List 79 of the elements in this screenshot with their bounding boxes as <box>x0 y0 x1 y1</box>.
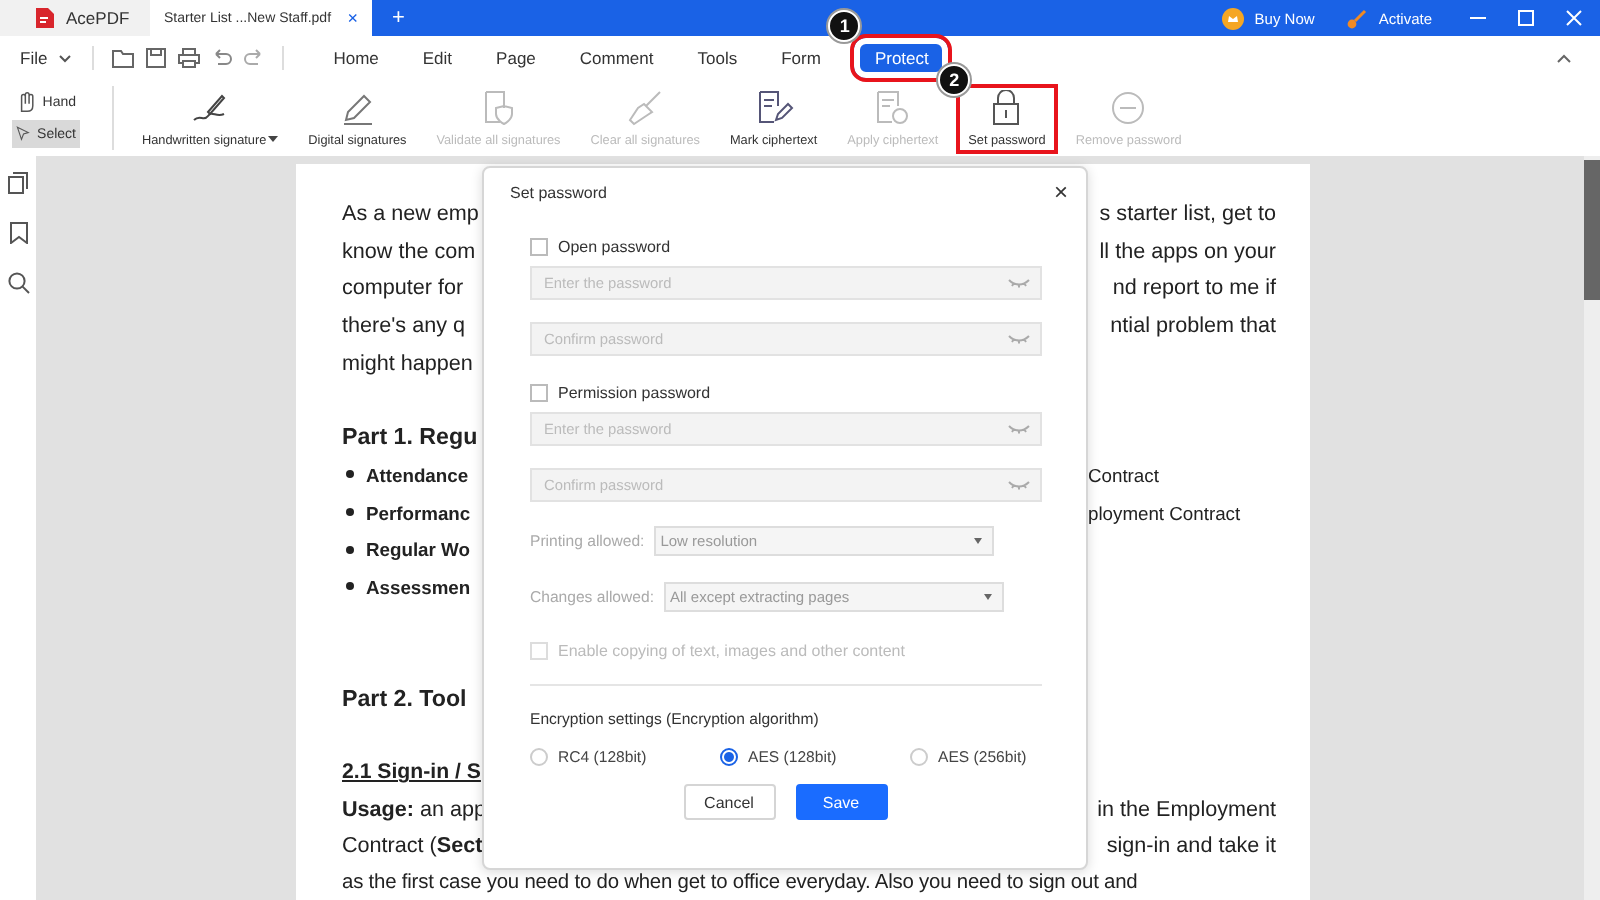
hidden-eye-icon[interactable] <box>1008 278 1030 288</box>
new-tab-button[interactable]: + <box>392 6 405 30</box>
caret-icon <box>983 594 992 600</box>
save-button[interactable]: Save <box>795 784 887 820</box>
document-text: computer for <box>342 276 464 301</box>
document-text: ployment Contract <box>1088 501 1243 524</box>
dialog-title: Set password <box>510 183 607 201</box>
heading-text: Part 2. Tool <box>342 685 467 712</box>
search-icon[interactable] <box>7 272 29 294</box>
step-badge: 2 <box>938 63 971 95</box>
menu-tab[interactable]: Protect <box>850 34 953 82</box>
document-text: ntial problem that <box>1110 314 1276 339</box>
caret-icon <box>268 136 279 144</box>
crown-icon <box>1222 7 1245 29</box>
checkbox-label: Open password <box>558 237 671 255</box>
heading-text: Part 1. Regu <box>342 424 478 451</box>
menu-tab[interactable]: Home <box>319 44 393 72</box>
menu-tab[interactable]: Form <box>767 44 835 72</box>
cursor-icon <box>16 122 32 146</box>
close-button[interactable]: × <box>1053 178 1068 206</box>
checkbox[interactable] <box>530 383 548 401</box>
menu-tab[interactable]: Comment <box>565 44 668 72</box>
scrollbar-thumb[interactable] <box>1584 160 1600 300</box>
undo-icon[interactable] <box>211 48 232 68</box>
app-name: AcePDF <box>66 8 130 28</box>
checkbox-label: Permission password <box>558 383 711 401</box>
document-text: Performanc <box>366 501 471 524</box>
bullet-icon <box>346 582 354 591</box>
document-text: s starter list, get to <box>1099 202 1276 227</box>
bullet-icon <box>346 470 354 479</box>
cancel-button[interactable]: Cancel <box>683 784 775 820</box>
caret-icon <box>974 538 983 544</box>
document-pen-icon <box>753 89 794 125</box>
menu-tab[interactable]: Edit <box>408 44 467 72</box>
document-check-icon <box>872 89 913 125</box>
collapse-icon[interactable] <box>1556 52 1572 64</box>
save-icon[interactable] <box>145 48 166 68</box>
document-text: nd report to me if <box>1112 276 1276 301</box>
heading-text: 2.1 Sign-in / S <box>342 760 481 785</box>
document-text: know the com <box>342 239 476 264</box>
document-text: As a new emp <box>342 202 479 227</box>
step-badge: 1 <box>828 10 861 42</box>
menu-tab[interactable]: Tools <box>683 44 752 72</box>
menu-tab[interactable]: Page <box>482 44 550 72</box>
key-icon <box>1346 7 1369 29</box>
signature-icon <box>190 89 231 125</box>
brush-icon <box>625 89 666 125</box>
document-text: there's any q <box>342 314 465 339</box>
checkbox[interactable] <box>530 237 548 255</box>
bookmark-icon[interactable] <box>9 222 27 244</box>
folder-icon[interactable] <box>111 48 134 68</box>
print-icon[interactable] <box>177 48 200 68</box>
document-text: sign-in and take it <box>1106 834 1276 859</box>
hidden-eye-icon[interactable] <box>1008 424 1030 434</box>
document-text: Contract <box>1088 463 1161 486</box>
bullet-icon <box>346 545 354 554</box>
tab-close-button[interactable]: × <box>347 8 358 28</box>
document-text: in the Employment <box>1097 797 1276 822</box>
bullet-icon <box>346 508 354 517</box>
document-text: Assessmen <box>366 575 471 598</box>
document-text: Contract (Sect <box>342 834 483 859</box>
maximize-icon[interactable] <box>1516 8 1536 28</box>
minus-circle-icon <box>1108 89 1149 125</box>
redo-icon[interactable] <box>243 48 264 68</box>
hidden-eye-icon[interactable] <box>1008 334 1030 344</box>
document-text: Attendance <box>366 463 469 486</box>
chevron-icon <box>57 53 72 63</box>
hand-icon <box>16 90 37 114</box>
hidden-eye-icon[interactable] <box>1008 480 1030 490</box>
document-text: as the first case you need to do when get to office everyday. Also you need to sign out and <box>342 872 1138 895</box>
pages-icon[interactable] <box>8 172 28 194</box>
checkbox-label: Enable copying of text, images and other content <box>558 641 905 659</box>
app-logo-icon <box>32 6 56 30</box>
document-text: ll the apps on your <box>1099 239 1276 264</box>
file-menu[interactable]: File <box>20 48 72 68</box>
radio-button[interactable] <box>720 748 738 766</box>
document-text: might happen <box>342 351 473 376</box>
close-icon[interactable] <box>1564 8 1584 28</box>
document-text: Regular Wo <box>366 538 470 561</box>
